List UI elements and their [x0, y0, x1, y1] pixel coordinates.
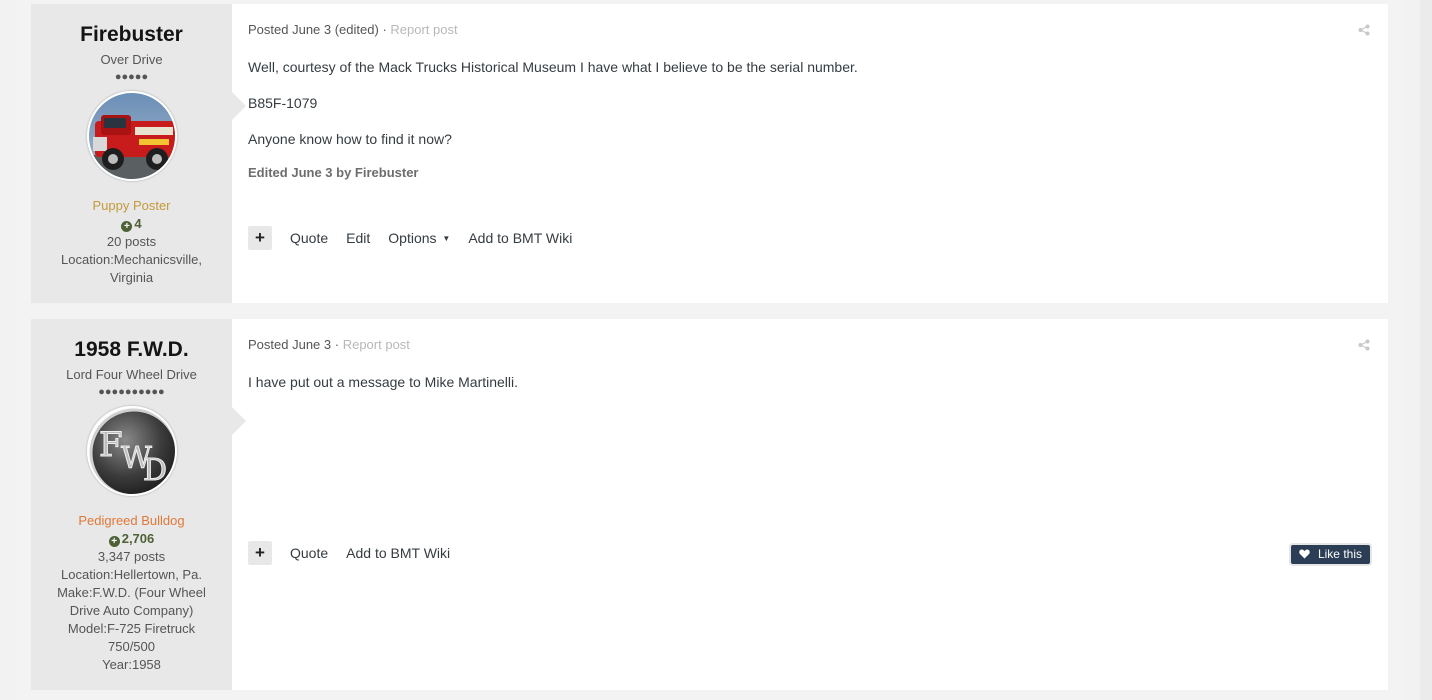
- plus-circle-icon: +: [108, 536, 120, 547]
- firetruck-avatar-image: [88, 93, 175, 179]
- make: Make:F.W.D. (Four Wheel Drive Auto Compa…: [57, 585, 206, 618]
- post-paragraph: I have put out a message to Mike Martine…: [248, 374, 519, 390]
- rank-pips: ●●●●●: [114, 71, 149, 83]
- quote-button[interactable]: Quote: [290, 230, 328, 246]
- location: Location:Hellertown, Pa.: [61, 567, 202, 582]
- post-count: 3,347 posts: [97, 549, 166, 564]
- post-content: Posted June 3 (edited) · Report post Wel…: [232, 4, 1388, 303]
- post-paragraph: Anyone know how to find it now?: [248, 131, 452, 147]
- caret-down-icon: ▼: [442, 234, 451, 243]
- rank-pips: ●●●●●●●●●●: [98, 386, 165, 398]
- edit-button[interactable]: Edit: [346, 230, 370, 246]
- avatar[interactable]: [86, 91, 177, 181]
- heart-icon: [1298, 547, 1318, 561]
- fwd-logo-avatar-image: F W D: [88, 408, 175, 494]
- multiquote-plus-button[interactable]: +: [248, 226, 272, 250]
- add-to-wiki-button[interactable]: Add to BMT Wiki: [346, 545, 450, 561]
- post-toolbar: + Quote Edit Options ▼ Add to BMT Wiki: [248, 226, 590, 250]
- quote-button[interactable]: Quote: [290, 545, 328, 561]
- posted-date[interactable]: Posted June 3: [248, 337, 331, 352]
- svg-text:D: D: [143, 453, 167, 488]
- location: Location:Mechanicsville, Virginia: [61, 252, 202, 285]
- reputation-value: 2,706: [121, 531, 155, 546]
- options-button[interactable]: Options ▼: [388, 230, 450, 246]
- options-label: Options: [388, 230, 437, 246]
- member-group: Puppy Poster: [92, 198, 171, 213]
- report-post-link[interactable]: Report post: [343, 337, 410, 352]
- share-icon[interactable]: [1358, 24, 1370, 39]
- posted-date[interactable]: Posted June 3 (edited): [248, 22, 379, 37]
- post-meta: Posted June 3 (edited) · Report post: [248, 20, 1372, 40]
- add-to-wiki-button[interactable]: Add to BMT Wiki: [468, 230, 572, 246]
- model: Model:F-725 Firetruck 750/500: [67, 621, 196, 654]
- like-button[interactable]: Like this: [1290, 545, 1370, 564]
- post-2: 1958 F.W.D. Lord Four Wheel Drive ●●●●●●…: [31, 319, 1388, 690]
- reputation[interactable]: +2,706: [31, 530, 232, 548]
- svg-text:F: F: [99, 425, 123, 465]
- member-group: Pedigreed Bulldog: [78, 513, 185, 528]
- year: Year:1958: [102, 657, 161, 672]
- author-panel: Firebuster Over Drive ●●●●● Puppy Poster…: [31, 4, 246, 303]
- share-icon[interactable]: [1358, 339, 1370, 354]
- reputation-value: 4: [134, 216, 142, 231]
- edited-note: Edited June 3 by Firebuster: [248, 165, 419, 180]
- author-title: Over Drive: [100, 52, 163, 67]
- post-toolbar: + Quote Add to BMT Wiki: [248, 541, 468, 565]
- post-count: 20 posts: [106, 234, 157, 249]
- post-meta: Posted June 3 · Report post: [248, 335, 1372, 355]
- scrollbar-track[interactable]: [1420, 0, 1432, 700]
- post-1: Firebuster Over Drive ●●●●● Puppy Poster…: [31, 4, 1388, 303]
- plus-circle-icon: +: [121, 221, 133, 232]
- report-post-link[interactable]: Report post: [390, 22, 457, 37]
- post-paragraph: Well, courtesy of the Mack Trucks Histor…: [248, 59, 858, 75]
- author-name[interactable]: 1958 F.W.D.: [31, 335, 232, 365]
- multiquote-plus-button[interactable]: +: [248, 541, 272, 565]
- author-name[interactable]: Firebuster: [31, 20, 232, 50]
- post-content: Posted June 3 · Report post I have put o…: [232, 319, 1388, 690]
- avatar[interactable]: F W D: [86, 406, 177, 496]
- post-paragraph: B85F-1079: [248, 95, 318, 111]
- reputation[interactable]: +4: [31, 215, 232, 233]
- post-body: I have put out a message to Mike Martine…: [248, 372, 1372, 392]
- author-title: Lord Four Wheel Drive: [66, 367, 197, 382]
- like-label: Like this: [1317, 547, 1362, 561]
- post-body: Well, courtesy of the Mack Trucks Histor…: [248, 57, 1372, 149]
- separator: ·: [334, 337, 343, 352]
- author-panel: 1958 F.W.D. Lord Four Wheel Drive ●●●●●●…: [31, 319, 246, 690]
